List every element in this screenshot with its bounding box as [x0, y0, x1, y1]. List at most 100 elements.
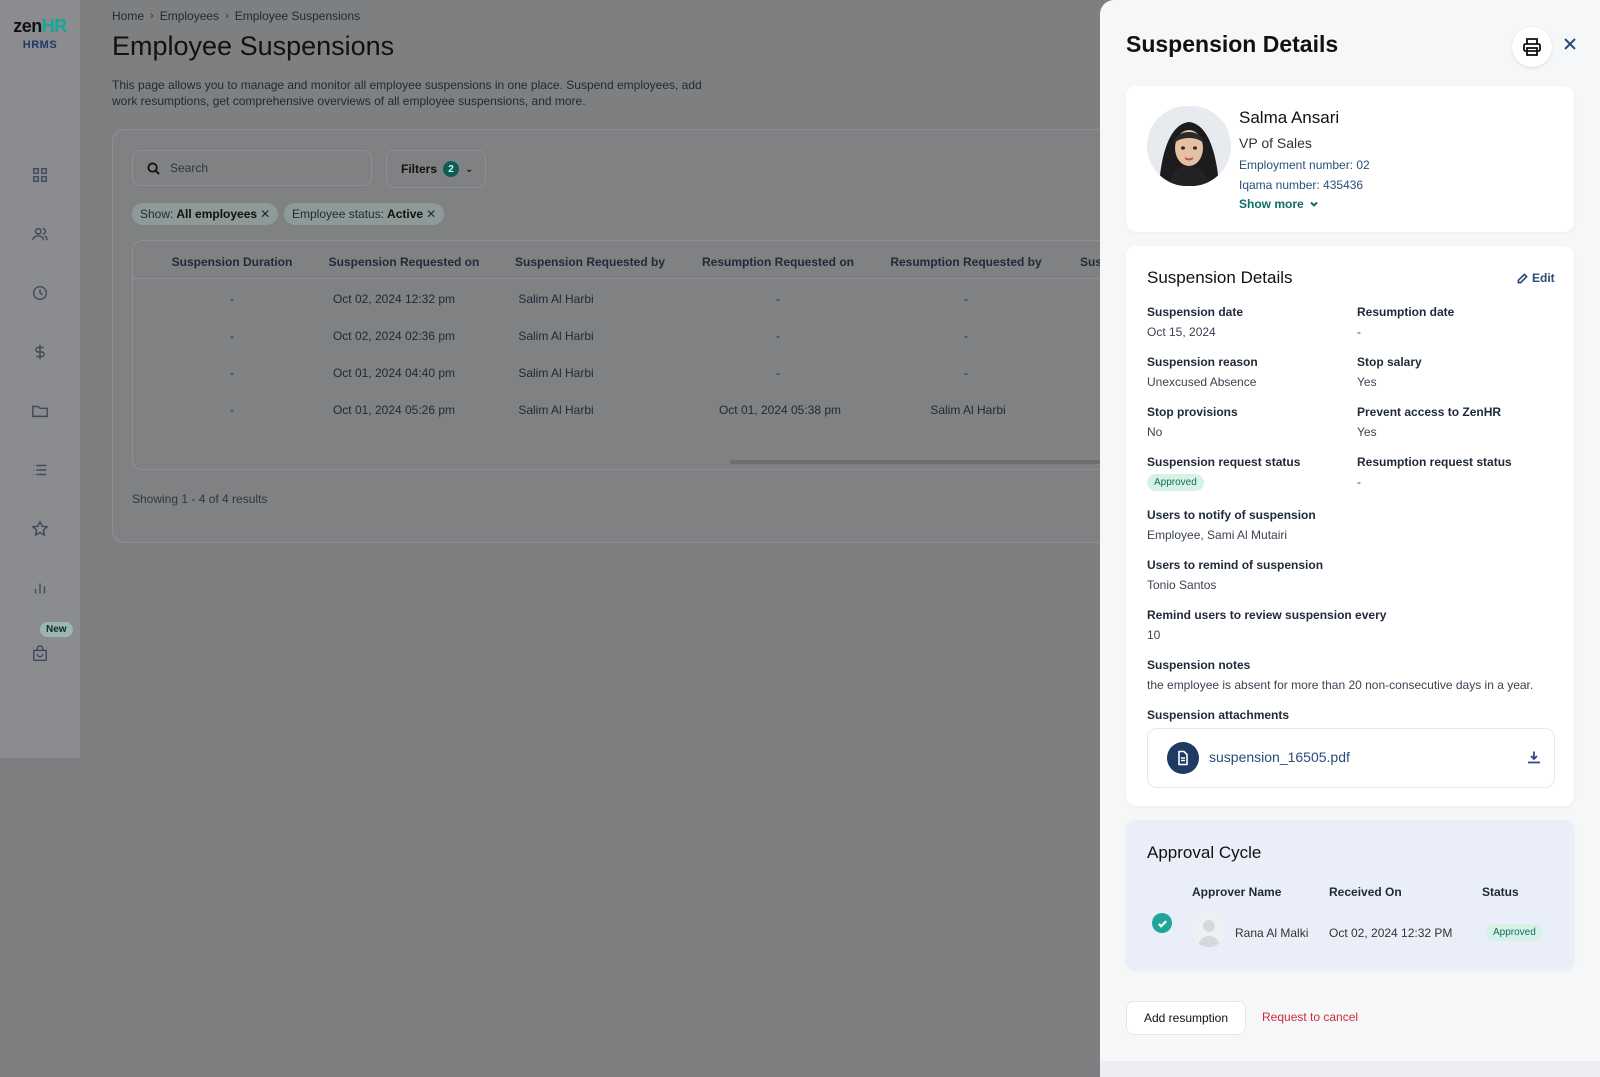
filters-button[interactable]: Filters 2 ⌄	[386, 150, 486, 188]
bag-icon[interactable]	[30, 644, 50, 664]
chevron-down-icon	[1309, 201, 1318, 207]
field-label: Suspension notes	[1147, 658, 1251, 672]
field-value: the employee is absent for more than 20 …	[1147, 678, 1534, 692]
check-icon	[1152, 913, 1172, 933]
search-input[interactable]: Search	[132, 150, 372, 186]
field-value: No	[1147, 425, 1163, 439]
status-badge: Approved	[1147, 474, 1204, 491]
field-label: Stop salary	[1357, 355, 1422, 369]
dollar-icon[interactable]	[30, 342, 50, 362]
column-header[interactable]: Resumption Requested on	[702, 255, 854, 269]
zenhr-logo[interactable]: zenHR HRMS	[10, 17, 70, 51]
field-value: Tonio Santos	[1147, 578, 1217, 592]
table-cell: -	[230, 329, 234, 343]
field-label: Resumption date	[1357, 305, 1455, 319]
pencil-icon	[1517, 272, 1528, 283]
chevron-right-icon: ›	[225, 10, 229, 22]
field-value: -	[1357, 475, 1361, 489]
column-header: Approver Name	[1192, 885, 1282, 899]
chip-value: Active	[387, 207, 424, 221]
breadcrumb-employees[interactable]: Employees	[160, 9, 219, 23]
field-value: 10	[1147, 628, 1161, 642]
list-icon[interactable]	[30, 460, 50, 480]
download-icon[interactable]	[1527, 750, 1543, 766]
column-header[interactable]: Resumption Requested by	[890, 255, 1041, 269]
field-value: Oct 15, 2024	[1147, 325, 1216, 339]
overlay-backdrop[interactable]	[0, 758, 1100, 1077]
chip-key: Show:	[140, 207, 174, 221]
table-cell: -	[964, 329, 968, 343]
field-value: Yes	[1357, 425, 1377, 439]
employment-number: Employment number: 02	[1239, 158, 1370, 172]
field-label: Resumption request status	[1357, 455, 1512, 469]
table-cell: -	[776, 292, 780, 306]
field-value: Employee, Sami Al Mutairi	[1147, 528, 1288, 542]
logo-subtitle: HRMS	[22, 39, 58, 51]
column-header[interactable]: Suspension Requested by	[515, 255, 665, 269]
page-title: Employee Suspensions	[112, 31, 395, 61]
new-badge: New	[40, 622, 73, 637]
column-header[interactable]: Sus	[1080, 255, 1102, 269]
table-cell: -	[230, 366, 234, 380]
breadcrumb-current: Employee Suspensions	[234, 9, 361, 23]
request-cancel-button[interactable]: Request to cancel	[1262, 1010, 1358, 1024]
employee-job-title: VP of Sales	[1239, 135, 1312, 151]
table-cell: Oct 02, 2024 12:32 pm	[332, 292, 456, 306]
approver-name: Rana Al Malki	[1235, 926, 1309, 940]
received-on: Oct 02, 2024 12:32 PM	[1329, 926, 1453, 940]
attachment-file-name[interactable]: suspension_16505.pdf	[1209, 749, 1350, 765]
dashboard-icon[interactable]	[30, 165, 50, 185]
field-label: Users to notify of suspension	[1147, 508, 1316, 522]
table-cell: Oct 01, 2024 05:26 pm	[332, 403, 456, 417]
chevron-right-icon: ›	[150, 10, 154, 22]
show-more-link[interactable]: Show more	[1239, 197, 1319, 211]
chip-key: Employee status:	[292, 207, 385, 221]
table-cell: Salim Al Harbi	[518, 329, 594, 343]
chip-value: All employees	[176, 207, 258, 221]
field-label: Suspension date	[1147, 305, 1244, 319]
close-icon[interactable]: ✕	[426, 207, 436, 221]
table-header-divider	[133, 278, 1113, 279]
section-title: Suspension Details	[1147, 268, 1293, 287]
table-cell: Salim Al Harbi	[518, 366, 594, 380]
results-count: Showing 1 - 4 of 4 results	[132, 492, 268, 506]
column-header[interactable]: Suspension Requested on	[329, 255, 480, 269]
status-badge: Approved	[1486, 924, 1543, 941]
edit-button[interactable]: Edit	[1517, 271, 1555, 285]
add-resumption-button[interactable]: Add resumption	[1126, 1001, 1246, 1035]
horizontal-scrollbar[interactable]	[730, 460, 1100, 464]
column-header[interactable]: Suspension Duration	[172, 255, 293, 269]
field-label: Remind users to review suspension every	[1147, 608, 1387, 622]
clock-icon[interactable]	[30, 283, 50, 303]
people-icon[interactable]	[30, 224, 50, 244]
close-icon[interactable]: ✕	[260, 207, 270, 221]
star-icon[interactable]	[30, 519, 50, 539]
search-placeholder: Search	[170, 161, 209, 175]
field-value: Yes	[1357, 375, 1377, 389]
close-button[interactable]	[1560, 34, 1580, 54]
table-cell: -	[230, 292, 234, 306]
table-cell: Oct 01, 2024 04:40 pm	[332, 366, 456, 380]
drawer-title: Suspension Details	[1126, 31, 1339, 57]
document-icon	[1167, 742, 1199, 774]
chevron-down-icon: ⌄	[465, 163, 474, 175]
employee-name: Salma Ansari	[1239, 108, 1340, 127]
table-cell: Salim Al Harbi	[518, 292, 594, 306]
table-cell: Oct 01, 2024 05:38 pm	[718, 403, 842, 417]
filter-chip-status[interactable]: Employee status: Active ✕	[284, 203, 445, 225]
logo-zen: zen	[13, 16, 42, 36]
page-description: This page allows you to manage and monit…	[112, 78, 702, 108]
filter-chip-show[interactable]: Show: All employees ✕	[132, 203, 279, 225]
table-cell: -	[964, 292, 968, 306]
field-value: -	[1357, 325, 1361, 339]
folder-icon[interactable]	[30, 401, 50, 421]
print-button[interactable]	[1512, 27, 1552, 67]
employee-avatar	[1147, 106, 1231, 186]
table-cell: Oct 02, 2024 02:36 pm	[332, 329, 456, 343]
bar-chart-icon[interactable]	[30, 578, 50, 598]
field-label: Suspension reason	[1147, 355, 1258, 369]
table-cell: -	[964, 366, 968, 380]
column-header: Status	[1482, 885, 1519, 899]
breadcrumb-home[interactable]: Home	[112, 9, 144, 23]
field-value: Unexcused Absence	[1147, 375, 1257, 389]
